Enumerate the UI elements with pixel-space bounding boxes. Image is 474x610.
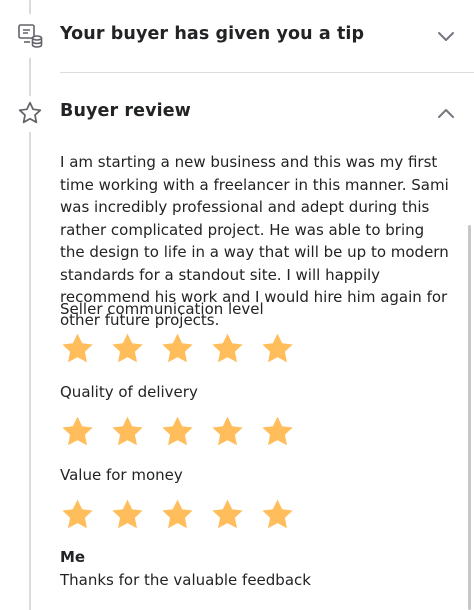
tip-section-title: Your buyer has given you a tip (60, 24, 365, 44)
reply-text: Thanks for the valuable feedback (60, 571, 311, 589)
reply-author: Me (60, 548, 86, 566)
section-divider (60, 72, 474, 73)
tip-coins-icon (14, 20, 46, 52)
star-filled-icon (112, 416, 143, 446)
star-filled-icon (112, 333, 143, 363)
star-filled-icon (162, 416, 193, 446)
star-filled-icon (212, 499, 243, 529)
star-filled-icon (262, 499, 293, 529)
star-filled-icon (162, 333, 193, 363)
timeline-line (29, 0, 31, 14)
rating-label: Seller communication level (60, 300, 264, 318)
star-outline-icon (14, 97, 46, 129)
star-filled-icon (62, 499, 93, 529)
chevron-down-icon[interactable] (434, 24, 458, 48)
star-filled-icon (262, 333, 293, 363)
star-rating (60, 331, 295, 365)
star-filled-icon (212, 416, 243, 446)
star-filled-icon (62, 416, 93, 446)
star-filled-icon (112, 499, 143, 529)
star-filled-icon (62, 333, 93, 363)
star-filled-icon (162, 499, 193, 529)
rating-label: Quality of delivery (60, 383, 198, 401)
scrollbar[interactable] (468, 225, 471, 610)
timeline-line (29, 132, 31, 610)
star-filled-icon (262, 416, 293, 446)
star-rating (60, 414, 295, 448)
timeline-line (29, 58, 31, 96)
review-section-title: Buyer review (60, 101, 191, 121)
star-rating (60, 497, 295, 531)
rating-label: Value for money (60, 466, 183, 484)
chevron-up-icon[interactable] (434, 101, 458, 125)
star-filled-icon (212, 333, 243, 363)
